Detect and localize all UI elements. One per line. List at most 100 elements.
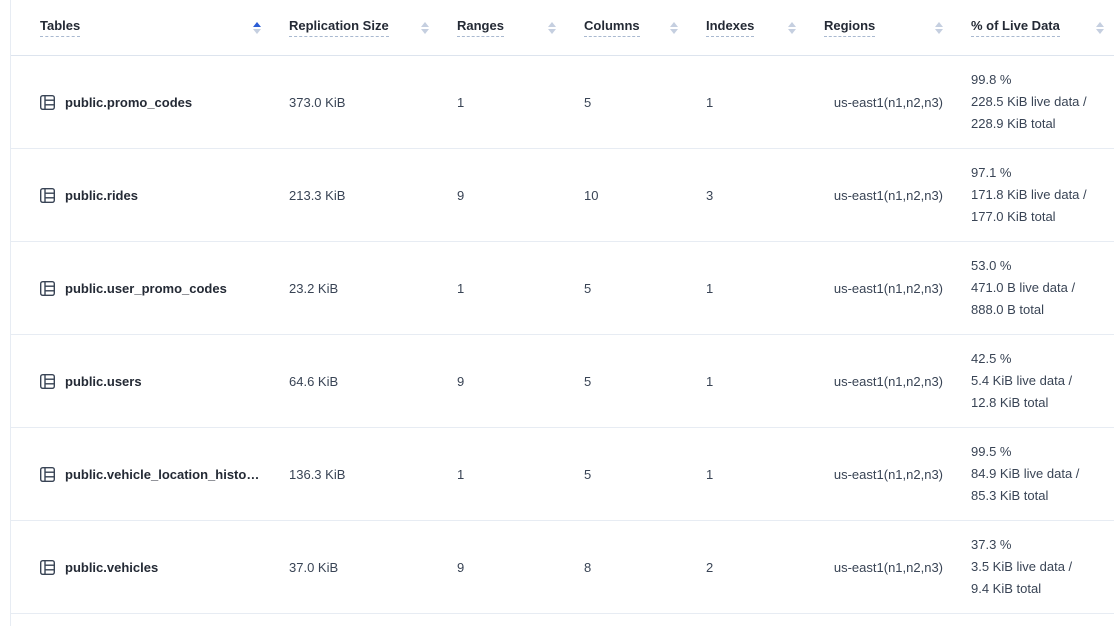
column-header-tables[interactable]: Tables — [11, 18, 271, 37]
column-header-regions[interactable]: Regions — [806, 18, 953, 37]
ranges-cell: 9 — [439, 560, 566, 575]
live-data-percent: 99.8 % — [971, 69, 1104, 91]
table-name-link[interactable]: public.rides — [65, 188, 138, 203]
sort-up-icon — [670, 22, 678, 27]
ranges-cell: 9 — [439, 374, 566, 389]
sort-down-icon — [421, 29, 429, 34]
tables-page: Tables Replication Size Ranges Columns I… — [0, 0, 1114, 626]
table-name-cell: public.users — [11, 373, 271, 390]
live-data-percent: 99.5 % — [971, 441, 1104, 463]
table-name-link[interactable]: public.vehicle_location_histories — [65, 467, 261, 482]
column-header-label: Regions — [824, 18, 875, 37]
table-row: public.vehicle_location_histories 136.3 … — [11, 428, 1114, 521]
live-data-amount: 3.5 KiB live data / — [971, 556, 1104, 578]
live-data-amount: 171.8 KiB live data / — [971, 184, 1104, 206]
live-data-percent: 97.1 % — [971, 162, 1104, 184]
sort-icon — [927, 22, 943, 34]
live-data-percent: 42.5 % — [971, 348, 1104, 370]
replication-size-cell: 213.3 KiB — [271, 188, 439, 203]
live-data-percent: 53.0 % — [971, 255, 1104, 277]
sort-down-icon — [548, 29, 556, 34]
column-header-indexes[interactable]: Indexes — [688, 18, 806, 37]
live-data-cell: 99.8 % 228.5 KiB live data / 228.9 KiB t… — [953, 69, 1114, 135]
table-name-cell: public.promo_codes — [11, 94, 271, 111]
columns-cell: 8 — [566, 560, 688, 575]
table-row: public.users 64.6 KiB 9 5 1 us-east1(n1,… — [11, 335, 1114, 428]
sort-down-icon — [670, 29, 678, 34]
table-icon — [39, 373, 56, 390]
column-header-ranges[interactable]: Ranges — [439, 18, 566, 37]
sort-icon — [780, 22, 796, 34]
sort-icon — [245, 22, 261, 34]
table-name-cell: public.rides — [11, 187, 271, 204]
live-data-cell: 97.1 % 171.8 KiB live data / 177.0 KiB t… — [953, 162, 1114, 228]
live-data-total: 228.9 KiB total — [971, 113, 1104, 135]
indexes-cell: 2 — [688, 560, 806, 575]
tables-list-panel: Tables Replication Size Ranges Columns I… — [10, 0, 1114, 626]
live-data-amount: 84.9 KiB live data / — [971, 463, 1104, 485]
indexes-cell: 3 — [688, 188, 806, 203]
table-row: public.rides 213.3 KiB 9 10 3 us-east1(n… — [11, 149, 1114, 242]
regions-cell: us-east1(n1,n2,n3) — [806, 467, 953, 482]
live-data-amount: 5.4 KiB live data / — [971, 370, 1104, 392]
sort-up-icon — [253, 22, 261, 27]
ranges-cell: 1 — [439, 467, 566, 482]
sort-icon — [1088, 22, 1104, 34]
sort-down-icon — [935, 29, 943, 34]
indexes-cell: 1 — [688, 374, 806, 389]
column-header-label: Ranges — [457, 18, 504, 37]
column-header-label: Tables — [40, 18, 80, 37]
regions-cell: us-east1(n1,n2,n3) — [806, 281, 953, 296]
sort-up-icon — [788, 22, 796, 27]
table-icon — [39, 187, 56, 204]
table-name-link[interactable]: public.vehicles — [65, 560, 158, 575]
sort-icon — [540, 22, 556, 34]
columns-cell: 5 — [566, 95, 688, 110]
columns-cell: 5 — [566, 467, 688, 482]
sort-up-icon — [935, 22, 943, 27]
live-data-total: 888.0 B total — [971, 299, 1104, 321]
table-name-link[interactable]: public.user_promo_codes — [65, 281, 227, 296]
live-data-cell: 37.3 % 3.5 KiB live data / 9.4 KiB total — [953, 534, 1114, 600]
table-name-cell: public.user_promo_codes — [11, 280, 271, 297]
column-header-replication-size[interactable]: Replication Size — [271, 18, 439, 37]
indexes-cell: 1 — [688, 467, 806, 482]
live-data-cell: 53.0 % 471.0 B live data / 888.0 B total — [953, 255, 1114, 321]
replication-size-cell: 373.0 KiB — [271, 95, 439, 110]
table-icon — [39, 280, 56, 297]
live-data-amount: 471.0 B live data / — [971, 277, 1104, 299]
table-name-link[interactable]: public.promo_codes — [65, 95, 192, 110]
live-data-total: 177.0 KiB total — [971, 206, 1104, 228]
table-name-link[interactable]: public.users — [65, 374, 142, 389]
sort-down-icon — [1096, 29, 1104, 34]
table-icon — [39, 466, 56, 483]
table-row: public.vehicles 37.0 KiB 9 8 2 us-east1(… — [11, 521, 1114, 614]
live-data-total: 12.8 KiB total — [971, 392, 1104, 414]
sort-up-icon — [421, 22, 429, 27]
regions-cell: us-east1(n1,n2,n3) — [806, 374, 953, 389]
table-icon — [39, 559, 56, 576]
columns-cell: 5 — [566, 374, 688, 389]
replication-size-cell: 23.2 KiB — [271, 281, 439, 296]
live-data-total: 85.3 KiB total — [971, 485, 1104, 507]
column-header-live-data[interactable]: % of Live Data — [953, 18, 1114, 37]
indexes-cell: 1 — [688, 281, 806, 296]
sort-up-icon — [1096, 22, 1104, 27]
table-row: public.user_promo_codes 23.2 KiB 1 5 1 u… — [11, 242, 1114, 335]
indexes-cell: 1 — [688, 95, 806, 110]
ranges-cell: 1 — [439, 95, 566, 110]
live-data-amount: 228.5 KiB live data / — [971, 91, 1104, 113]
sort-up-icon — [548, 22, 556, 27]
column-header-label: % of Live Data — [971, 18, 1060, 37]
column-header-label: Columns — [584, 18, 640, 37]
replication-size-cell: 64.6 KiB — [271, 374, 439, 389]
live-data-cell: 42.5 % 5.4 KiB live data / 12.8 KiB tota… — [953, 348, 1114, 414]
regions-cell: us-east1(n1,n2,n3) — [806, 95, 953, 110]
columns-cell: 10 — [566, 188, 688, 203]
column-header-columns[interactable]: Columns — [566, 18, 688, 37]
ranges-cell: 9 — [439, 188, 566, 203]
replication-size-cell: 37.0 KiB — [271, 560, 439, 575]
live-data-cell: 99.5 % 84.9 KiB live data / 85.3 KiB tot… — [953, 441, 1114, 507]
columns-cell: 5 — [566, 281, 688, 296]
replication-size-cell: 136.3 KiB — [271, 467, 439, 482]
